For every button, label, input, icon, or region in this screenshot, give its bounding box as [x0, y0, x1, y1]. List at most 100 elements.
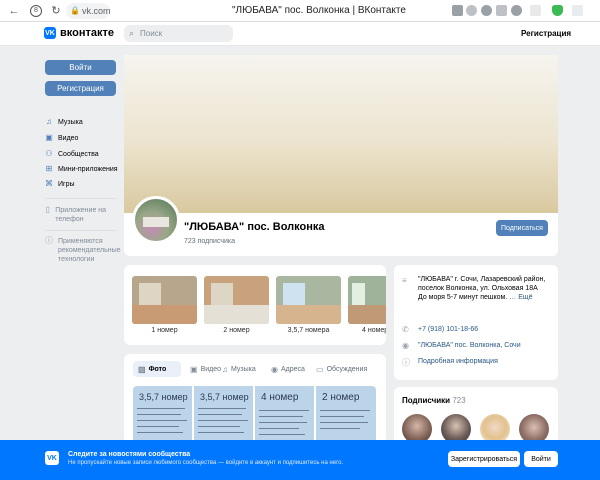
phone-link[interactable]: +7 (918) 101-18-66	[418, 325, 478, 334]
photo-text-line	[137, 408, 185, 409]
tab-label: Фото	[148, 365, 167, 373]
subscribers-title[interactable]: Подписчики 723	[402, 396, 466, 405]
translate-icon[interactable]	[452, 5, 463, 16]
tab-search-icon[interactable]	[572, 5, 583, 16]
extension-icon[interactable]	[466, 5, 477, 16]
group-header	[124, 213, 558, 256]
tab-label: Адреса	[280, 366, 305, 373]
sidebar-item-music[interactable]: ♫ Музыка	[45, 118, 83, 126]
product-label[interactable]: 1 номер	[132, 327, 197, 334]
vk-logo-text: вконтакте	[60, 27, 115, 39]
photo-thumbnail[interactable]: 4 номер	[255, 386, 314, 440]
register-button[interactable]: Регистрация	[45, 81, 116, 96]
group-name: "ЛЮБАВА" пос. Волконка	[184, 221, 325, 233]
product-label[interactable]: 2 номер	[204, 327, 269, 334]
photo-text-line	[137, 414, 181, 415]
sidebar-item-apps[interactable]: ⊞ Мини-приложения	[45, 165, 118, 173]
shield-icon[interactable]	[552, 5, 563, 16]
product-window	[351, 282, 365, 305]
address-bar[interactable]: 🔒 vk.com	[66, 3, 111, 19]
photo-title: 3,5,7 номер	[200, 392, 249, 402]
product-window	[138, 282, 161, 305]
photo-text-line	[198, 420, 248, 421]
search-icon: ⌕	[129, 28, 135, 38]
product-image[interactable]	[132, 276, 197, 324]
tab-label: Видео	[200, 366, 222, 373]
sidebar-item-mobile-app[interactable]: ▯ Приложение на телефон	[45, 206, 109, 224]
product-window	[282, 282, 305, 305]
product-bed	[276, 304, 341, 324]
photo-text-line	[259, 410, 309, 411]
photo-text-line	[320, 416, 364, 417]
subscribe-button[interactable]: Подписаться	[496, 220, 548, 236]
communities-icon: ⚇	[45, 149, 53, 158]
photo-text-line	[198, 408, 246, 409]
bookmark-icon[interactable]	[530, 5, 541, 16]
sidebar-item-label: Сообщества	[58, 150, 99, 158]
photo-text-line	[320, 428, 360, 429]
sidebar-item-video[interactable]: ▣ Видео	[45, 134, 78, 142]
group-avatar[interactable]	[132, 196, 180, 244]
subscribers-title-text: Подписчики	[402, 396, 451, 405]
photo-title: 4 номер	[261, 392, 299, 403]
sidebar-item-communities[interactable]: ⚇ Сообщества	[45, 149, 99, 158]
product-image[interactable]	[204, 276, 269, 324]
back-icon[interactable]: ←	[8, 5, 20, 17]
sidebar-item-label: Мини-приложения	[58, 165, 118, 173]
photo-thumbnail[interactable]: 2 номер	[316, 386, 376, 440]
location-icon: ◉	[271, 365, 278, 374]
apps-icon: ⊞	[45, 164, 53, 173]
product-image[interactable]	[276, 276, 341, 324]
puzzle-icon[interactable]	[496, 5, 507, 16]
address-bar-url: vk.com	[82, 6, 111, 16]
extension-badge-icon[interactable]: 8	[30, 5, 42, 17]
sidebar-item-label: Игры	[58, 180, 75, 188]
sidebar-item-label: Видео	[58, 134, 79, 142]
cover-image	[124, 55, 558, 213]
banner-title: Следите за новостями сообщества	[68, 451, 191, 458]
sidebar-item-games[interactable]: ⌘ Игры	[45, 180, 75, 188]
sidebar-item-label: Приложение на телефон	[55, 207, 107, 223]
details-link[interactable]: Подробная информация	[418, 357, 498, 366]
product-label[interactable]: 3,5,7 номера	[276, 327, 341, 334]
banner-register-button[interactable]: Зарегистрироваться	[448, 451, 520, 467]
photo-text-line	[198, 432, 244, 433]
photo-text-line	[259, 428, 299, 429]
phone-icon: ✆	[402, 325, 409, 334]
headphones-icon[interactable]	[481, 5, 492, 16]
photo-icon: ▨	[138, 364, 146, 374]
vk-logo-icon: VK	[45, 451, 59, 465]
reload-icon[interactable]: ↻	[50, 5, 62, 17]
banner-login-button[interactable]: Войти	[524, 451, 558, 467]
photo-thumbnail[interactable]: 3,5,7 номер	[133, 386, 192, 440]
site-header: VK вконтакте ⌕ Поиск Регистрация	[0, 22, 600, 46]
register-link[interactable]: Регистрация	[521, 29, 571, 38]
tab-discussions[interactable]: ▭ Обсуждения	[316, 365, 367, 374]
music-icon: ♫	[222, 365, 228, 374]
sidebar-item-recommendations[interactable]: ⓘ Применяются рекомендательные технологи…	[45, 237, 121, 264]
address-link[interactable]: "ЛЮБАВА" пос. Волконка, Сочи	[418, 341, 521, 350]
sidebar-item-label: Применяются рекомендательные технологии	[58, 238, 121, 263]
photo-thumbnail[interactable]: 3,5,7 номер	[194, 386, 253, 440]
product-label[interactable]: 4 номер	[362, 327, 386, 334]
lock-icon: 🔒	[70, 6, 80, 15]
photo-text-line	[320, 410, 370, 411]
tab-music[interactable]: ♫ Музыка	[222, 365, 256, 374]
banner-text: Не пропускайте новые записи любимого соо…	[68, 460, 344, 466]
product-image[interactable]	[348, 276, 386, 324]
video-icon: ▣	[45, 133, 53, 142]
tab-addresses[interactable]: ◉ Адреса	[271, 365, 305, 374]
lens-icon[interactable]	[511, 5, 522, 16]
group-subscribers[interactable]: 723 подписчика	[184, 238, 235, 245]
show-more-link[interactable]: … Ещё	[509, 294, 532, 301]
search-input[interactable]: ⌕ Поиск	[124, 25, 233, 42]
photo-text-line	[137, 432, 183, 433]
subscribers-count: 723	[452, 396, 466, 405]
photo-title: 3,5,7 номер	[139, 392, 188, 402]
tab-video[interactable]: ▣ Видео	[190, 365, 221, 374]
search-placeholder: Поиск	[140, 29, 163, 38]
login-button[interactable]: Войти	[45, 60, 116, 75]
vk-logo[interactable]: VK вконтакте	[44, 27, 114, 39]
info-icon: ⓘ	[402, 358, 410, 367]
tab-photo[interactable]: ▨ Фото	[133, 361, 181, 377]
